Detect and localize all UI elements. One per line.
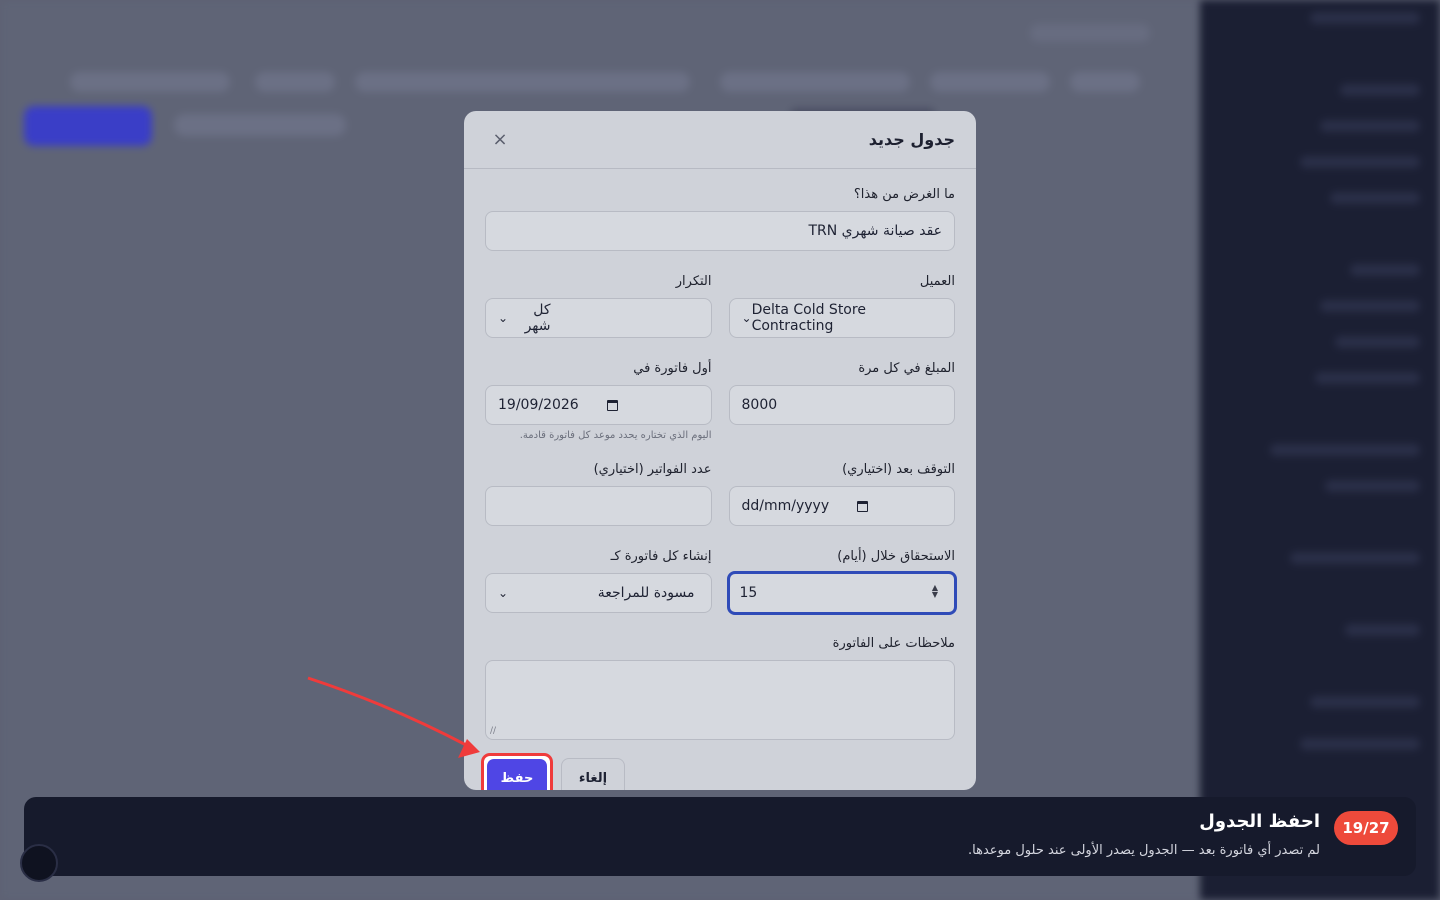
sidebar-item [1300, 738, 1420, 750]
number-spinner-icon[interactable]: ▲ ▼ [932, 584, 938, 599]
sidebar-item [1350, 264, 1420, 276]
create-as-value: مسودة للمراجعة [597, 585, 695, 601]
sidebar-item [1325, 480, 1420, 492]
purpose-value: عقد صيانة شهري TRN [808, 223, 942, 239]
invoice-count-input[interactable] [485, 486, 712, 526]
calendar-icon[interactable] [857, 500, 869, 512]
stop-after-placeholder: dd/mm/yyyy [741, 498, 830, 514]
sidebar-item [1270, 444, 1420, 456]
close-icon[interactable]: × [488, 128, 512, 152]
tour-text: لم تصدر أي فاتورة بعد — الجدول يصدر الأو… [968, 843, 1320, 858]
sidebar-item [1320, 120, 1420, 132]
tour-banner: 19/27 احفظ الجدول لم تصدر أي فاتورة بعد … [24, 797, 1416, 876]
new-schedule-modal: جدول جديد × ما الغرض من هذا؟ عقد صيانة ش… [464, 111, 976, 790]
modal-title: جدول جديد [868, 130, 955, 149]
row-amount-first-invoice: المبلغ في كل مرة 8000 أول فاتورة في 19/0… [485, 361, 955, 442]
sidebar-item [1340, 84, 1420, 96]
background-tab [1070, 72, 1140, 92]
background-tab [355, 72, 690, 92]
background-tab [70, 72, 230, 92]
due-days-label: الاستحقاق خلال (أيام) [837, 549, 955, 564]
modal-body: ما الغرض من هذا؟ عقد صيانة شهري TRN العم… [464, 169, 976, 790]
amount-value: 8000 [741, 397, 778, 413]
stop-after-label: التوقف بعد (اختياري) [842, 462, 955, 477]
sidebar-item [1310, 696, 1420, 708]
avatar[interactable] [20, 844, 58, 882]
first-invoice-label: أول فاتورة في [633, 361, 712, 376]
background-topbar-item [1030, 24, 1150, 42]
client-select[interactable]: ⌄ Delta Cold Store Contracting [728, 298, 955, 338]
due-days-input[interactable]: 15 ▲ ▼ [726, 571, 957, 615]
sidebar-item [1290, 552, 1420, 564]
first-invoice-value: 19/09/2026 [498, 397, 579, 413]
resize-handle-icon[interactable]: ∕∕ [490, 726, 496, 736]
frequency-value: كل شهر [524, 302, 551, 334]
modal-actions: حفظ إلغاء [481, 753, 955, 790]
first-invoice-hint: اليوم الذي تختاره يحدد موعد كل فاتورة قا… [519, 430, 712, 441]
purpose-label: ما الغرض من هذا؟ [853, 187, 955, 202]
frequency-select[interactable]: كل شهر ⌄ [485, 298, 712, 338]
save-button[interactable]: حفظ [487, 759, 547, 790]
sidebar-item [1300, 156, 1420, 168]
tour-title: احفظ الجدول [1199, 811, 1320, 832]
sidebar-item [1315, 372, 1420, 384]
save-button-highlight: حفظ [481, 753, 553, 790]
stop-after-date-input[interactable]: dd/mm/yyyy [728, 486, 955, 526]
background-tab [720, 72, 910, 92]
purpose-input[interactable]: عقد صيانة شهري TRN [485, 211, 955, 251]
chevron-down-icon: ⌄ [741, 311, 752, 325]
background-tab [255, 72, 335, 92]
notes-label: ملاحظات على الفاتورة [832, 636, 955, 651]
client-value: Delta Cold Store Contracting [751, 302, 866, 334]
row-client-frequency: العميل ⌄ Delta Cold Store Contracting ال… [485, 274, 955, 338]
row-stop-count: التوقف بعد (اختياري) dd/mm/yyyy عدد الفو… [485, 462, 955, 526]
amount-input[interactable]: 8000 [728, 385, 955, 425]
sidebar-item [1310, 12, 1420, 24]
cancel-button[interactable]: إلغاء [561, 758, 625, 790]
pointer-arrow-icon [307, 676, 480, 758]
sidebar-item [1335, 336, 1420, 348]
client-label: العميل [919, 274, 955, 289]
sidebar-item [1320, 300, 1420, 312]
background-primary-button [24, 106, 152, 146]
chevron-down-icon: ⌄ [498, 311, 509, 325]
invoice-count-label: عدد الفواتير (اختياري) [593, 462, 712, 477]
calendar-icon[interactable] [606, 399, 618, 411]
due-days-value: 15 [739, 585, 758, 601]
background-sidebar [1200, 0, 1440, 900]
create-as-label: إنشاء كل فاتورة كـ [610, 549, 712, 564]
frequency-label: التكرار [675, 274, 712, 289]
create-as-select[interactable]: مسودة للمراجعة ⌄ [485, 573, 712, 613]
modal-header: جدول جديد × [464, 111, 976, 169]
sidebar-item [1330, 192, 1420, 204]
sidebar-item [1345, 624, 1420, 636]
notes-textarea[interactable]: ∕∕ [485, 660, 955, 740]
background-filter [174, 114, 346, 136]
row-due-create: الاستحقاق خلال (أيام) 15 ▲ ▼ إنشاء كل فات… [485, 549, 957, 615]
tour-step-badge: 19/27 [1334, 811, 1398, 845]
amount-label: المبلغ في كل مرة [858, 361, 955, 376]
background-tab [930, 72, 1050, 92]
chevron-down-icon: ⌄ [498, 586, 509, 600]
first-invoice-date-input[interactable]: 19/09/2026 [485, 385, 712, 425]
